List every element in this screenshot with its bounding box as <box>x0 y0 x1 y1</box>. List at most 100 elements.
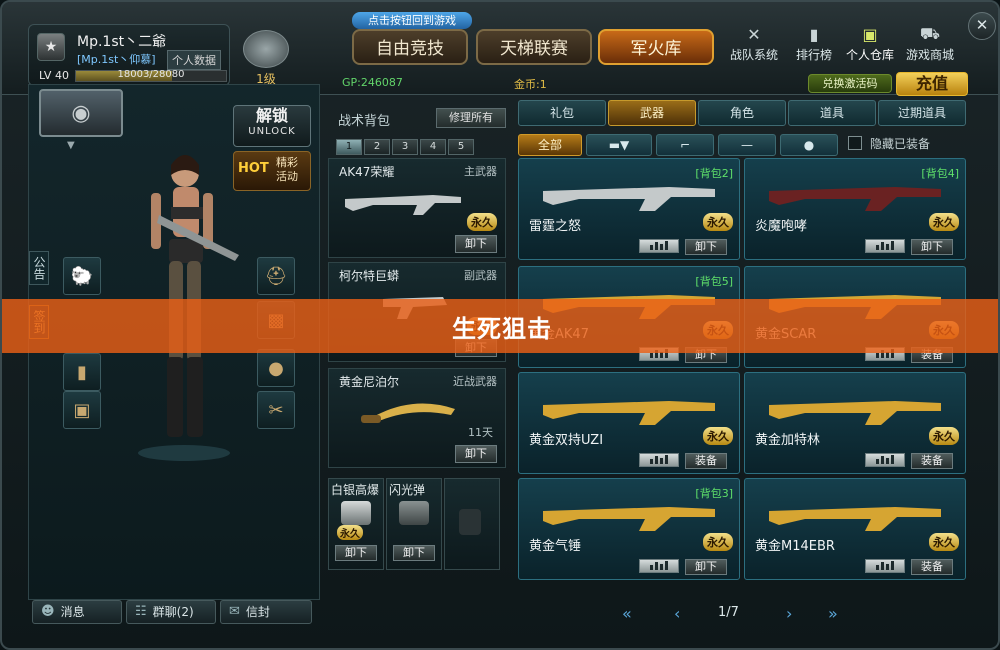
nav-label: 排行榜 <box>796 48 833 62</box>
first-page-icon[interactable]: « <box>622 604 632 623</box>
empty-item-slot[interactable] <box>444 478 500 570</box>
next-page-icon[interactable]: › <box>786 604 792 623</box>
mode-armory-button[interactable]: 军火库 <box>598 29 714 65</box>
item-name: 白银高爆 <box>331 483 380 497</box>
tab-items[interactable]: 道具 <box>788 100 876 126</box>
hot-event-button[interactable]: HOT 精彩活动 <box>233 151 311 191</box>
xp-text: 18003/28080 <box>117 69 185 80</box>
stats-button[interactable] <box>865 239 905 253</box>
weapon-name: 黄金尼泊尔 <box>339 375 400 389</box>
tab-announcement[interactable]: 公告 <box>29 251 49 285</box>
filter-grenade-icon[interactable]: ● <box>780 134 838 156</box>
group-chat-button[interactable]: ☷ 群聊(2) <box>126 600 216 624</box>
nav-label: 个人仓库 <box>846 48 895 62</box>
tab-weapons[interactable]: 武器 <box>608 100 696 126</box>
chevron-down-icon[interactable]: ▼ <box>67 140 75 151</box>
weapon-name: 黄金双持UZI <box>529 433 604 448</box>
return-to-game-tip[interactable]: 点击按钮回到游戏 <box>352 12 472 29</box>
clan-name[interactable]: [Mp.1st丶仰慕] <box>77 51 156 67</box>
profile-data-button[interactable]: 个人数据 <box>167 50 221 70</box>
redeem-code-button[interactable]: 兑换激活码 <box>808 74 892 93</box>
grenade-slot[interactable]: 白银高爆 永久 卸下 <box>328 478 384 570</box>
stats-button[interactable] <box>639 559 679 573</box>
unequip-button[interactable]: 卸下 <box>393 545 435 561</box>
grenade-icon[interactable]: ● <box>257 349 295 387</box>
bar-chart-icon: ▮ <box>809 24 819 44</box>
stats-button[interactable] <box>865 453 905 467</box>
close-button[interactable]: ✕ <box>968 12 996 40</box>
cart-icon: ⛟ <box>919 23 941 43</box>
hide-equipped-checkbox[interactable] <box>848 136 862 150</box>
currency-bar: GP:246087 金币:1 兑换激活码 充值 <box>332 72 998 96</box>
sheep-item-icon[interactable]: 🐑 <box>63 257 101 295</box>
pagination: « ‹ 1/7 › » <box>614 602 874 624</box>
tab-characters[interactable]: 角色 <box>698 100 786 126</box>
stats-button[interactable] <box>865 559 905 573</box>
weapon-card[interactable]: 黄金加特林 永久 装备 <box>744 372 966 474</box>
nav-leaderboard[interactable]: ▮ 排行榜 <box>796 24 832 64</box>
grenade-icon <box>341 501 371 525</box>
stats-button[interactable] <box>639 453 679 467</box>
crossed-swords-icon: ✕ <box>747 24 761 44</box>
stats-button[interactable] <box>639 239 679 253</box>
weapon-card[interactable]: [背包2] 雷霆之怒 永久 卸下 <box>518 158 740 260</box>
permanent-badge: 永久 <box>703 427 733 445</box>
filter-all[interactable]: 全部 <box>518 134 582 156</box>
unequip-button[interactable]: 卸下 <box>335 545 377 561</box>
bag-tab-1[interactable]: 1 <box>336 139 362 155</box>
nav-clan-system[interactable]: ✕ 战队系统 <box>730 24 778 64</box>
recharge-button[interactable]: 充值 <box>896 72 968 96</box>
unlock-button[interactable]: 解锁 UNLOCK <box>233 105 311 147</box>
weapon-card[interactable]: [背包4] 炎魔咆哮 永久 卸下 <box>744 158 966 260</box>
filter-melee-icon[interactable]: — <box>718 134 776 156</box>
mode-free-battle-button[interactable]: 自由竞技 <box>352 29 468 65</box>
filter-rifle-icon[interactable]: ▬▼ <box>586 134 652 156</box>
tab-expired-items[interactable]: 过期道具 <box>878 100 966 126</box>
filter-pistol-icon[interactable]: ⌐ <box>656 134 714 156</box>
equip-toggle-button[interactable]: 装备 <box>911 453 953 469</box>
bag-tab-2[interactable]: 2 <box>364 139 390 155</box>
helmet-icon[interactable]: ⛑ <box>257 257 295 295</box>
weapon-card[interactable]: [背包3] 黄金气锤 永久 卸下 <box>518 478 740 580</box>
mail-button[interactable]: ✉ 信封 <box>220 600 312 624</box>
permanent-badge: 永久 <box>703 213 733 231</box>
flashlight-item-icon[interactable]: ▮ <box>63 353 101 391</box>
weapon-type: 近战武器 <box>453 375 497 388</box>
weapon-image-icon <box>543 187 715 211</box>
tab-gift-packs[interactable]: 礼包 <box>518 100 606 126</box>
bag-tab-4[interactable]: 4 <box>420 139 446 155</box>
empty-slot-icon <box>459 509 481 535</box>
unequip-button[interactable]: 卸下 <box>455 445 497 463</box>
knife-icon[interactable]: ✂ <box>257 391 295 429</box>
weapon-card[interactable]: 黄金M14EBR 永久 装备 <box>744 478 966 580</box>
bag-tab-3[interactable]: 3 <box>392 139 418 155</box>
nav-game-mall[interactable]: ⛟ 游戏商城 <box>906 24 954 64</box>
bag-tab-5[interactable]: 5 <box>448 139 474 155</box>
people-icon: ☻ <box>41 604 55 619</box>
avatar[interactable]: ◉ <box>39 89 123 137</box>
equip-toggle-button[interactable]: 卸下 <box>911 239 953 255</box>
equip-toggle-button[interactable]: 装备 <box>685 453 727 469</box>
permanent-badge: 永久 <box>337 525 363 540</box>
primary-weapon-slot[interactable]: AK47荣耀 主武器 永久 卸下 <box>328 158 506 258</box>
weapon-name: 柯尔特巨蟒 <box>339 269 400 283</box>
messages-button[interactable]: ☻ 消息 <box>32 600 122 624</box>
unequip-button[interactable]: 卸下 <box>455 235 497 253</box>
prev-page-icon[interactable]: ‹ <box>674 604 680 623</box>
mode-ladder-league-button[interactable]: 天梯联赛 <box>476 29 592 65</box>
nav-personal-warehouse[interactable]: ▣ 个人仓库 <box>846 24 894 64</box>
gp-balance: GP:246087 <box>342 76 403 89</box>
group-chat-label: 群聊(2) <box>152 605 194 619</box>
flashbang-slot[interactable]: 闪光弹 卸下 <box>386 478 442 570</box>
weapon-card[interactable]: 黄金双持UZI 永久装备 <box>518 372 740 474</box>
equip-toggle-button[interactable]: 装备 <box>911 559 953 575</box>
bag-tag: [背包3] <box>695 487 733 500</box>
armory-panel: 礼包 武器 角色 道具 过期道具 全部 ▬▼ ⌐ — ● 隐藏已装备 [背包2]… <box>514 98 970 634</box>
equip-toggle-button[interactable]: 卸下 <box>685 239 727 255</box>
equip-toggle-button[interactable]: 卸下 <box>685 559 727 575</box>
melee-weapon-slot[interactable]: 黄金尼泊尔 近战武器 11天 卸下 <box>328 368 506 468</box>
repair-all-button[interactable]: 修理所有 <box>436 108 506 128</box>
last-page-icon[interactable]: » <box>828 604 838 623</box>
ammo-box-icon[interactable]: ▣ <box>63 391 101 429</box>
weapon-type: 副武器 <box>464 269 497 282</box>
